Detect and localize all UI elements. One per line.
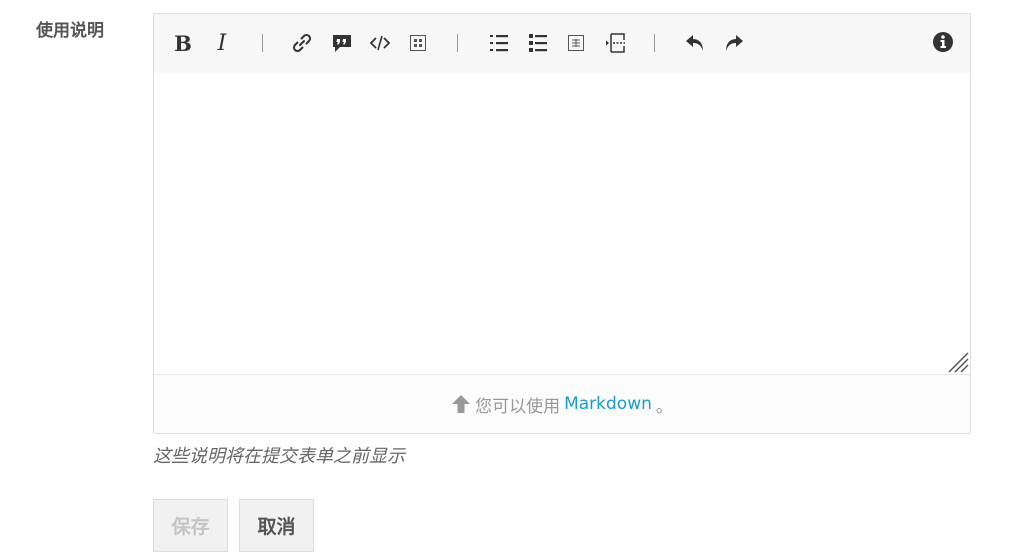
info-icon [933,32,953,52]
link-icon [292,33,312,53]
toolbar-divider [457,34,458,52]
footer-suffix: 。 [655,396,673,417]
bold-button[interactable]: B [170,30,196,56]
help-text: 这些说明将在提交表单之前显示 [153,446,405,467]
code-icon [369,35,391,51]
editor-textarea[interactable] [154,73,970,376]
undo-icon [686,35,703,51]
numbered-list-button[interactable] [486,30,512,56]
code-button[interactable] [367,30,393,56]
field-label: 使用说明 [36,21,104,41]
editor-footer: 您可以使用 Markdown 。 [154,374,970,433]
redo-button[interactable] [721,30,747,56]
numbered-list-icon [490,35,508,52]
image-button[interactable] [405,30,431,56]
editor-toolbar: B I [154,14,970,73]
redo-icon [726,35,743,51]
italic-icon: I [217,30,227,56]
markdown-link[interactable]: Markdown [564,394,652,414]
blockquote-icon [333,35,351,52]
link-button[interactable] [289,30,315,56]
image-icon [410,35,426,51]
horizontal-rule-button[interactable] [603,30,629,56]
blockquote-button[interactable] [329,30,355,56]
italic-button[interactable]: I [209,30,235,56]
bulleted-list-icon [529,34,547,52]
bulleted-list-button[interactable] [525,30,551,56]
table-icon [568,35,584,51]
horizontal-rule-icon [606,33,625,53]
bold-icon: B [174,30,192,56]
undo-button[interactable] [682,30,708,56]
cancel-button[interactable]: 取消 [239,499,314,552]
resize-handle-icon[interactable] [947,351,969,373]
save-button[interactable]: 保存 [153,499,228,552]
footer-prefix: 您可以使用 [475,396,561,417]
table-button[interactable] [563,30,589,56]
toolbar-divider [262,34,263,52]
info-button[interactable] [930,29,956,55]
toolbar-divider [654,34,655,52]
arrow-up-icon [451,394,471,414]
markdown-editor: B I 您可以使用 Markdown 。 [153,13,971,434]
